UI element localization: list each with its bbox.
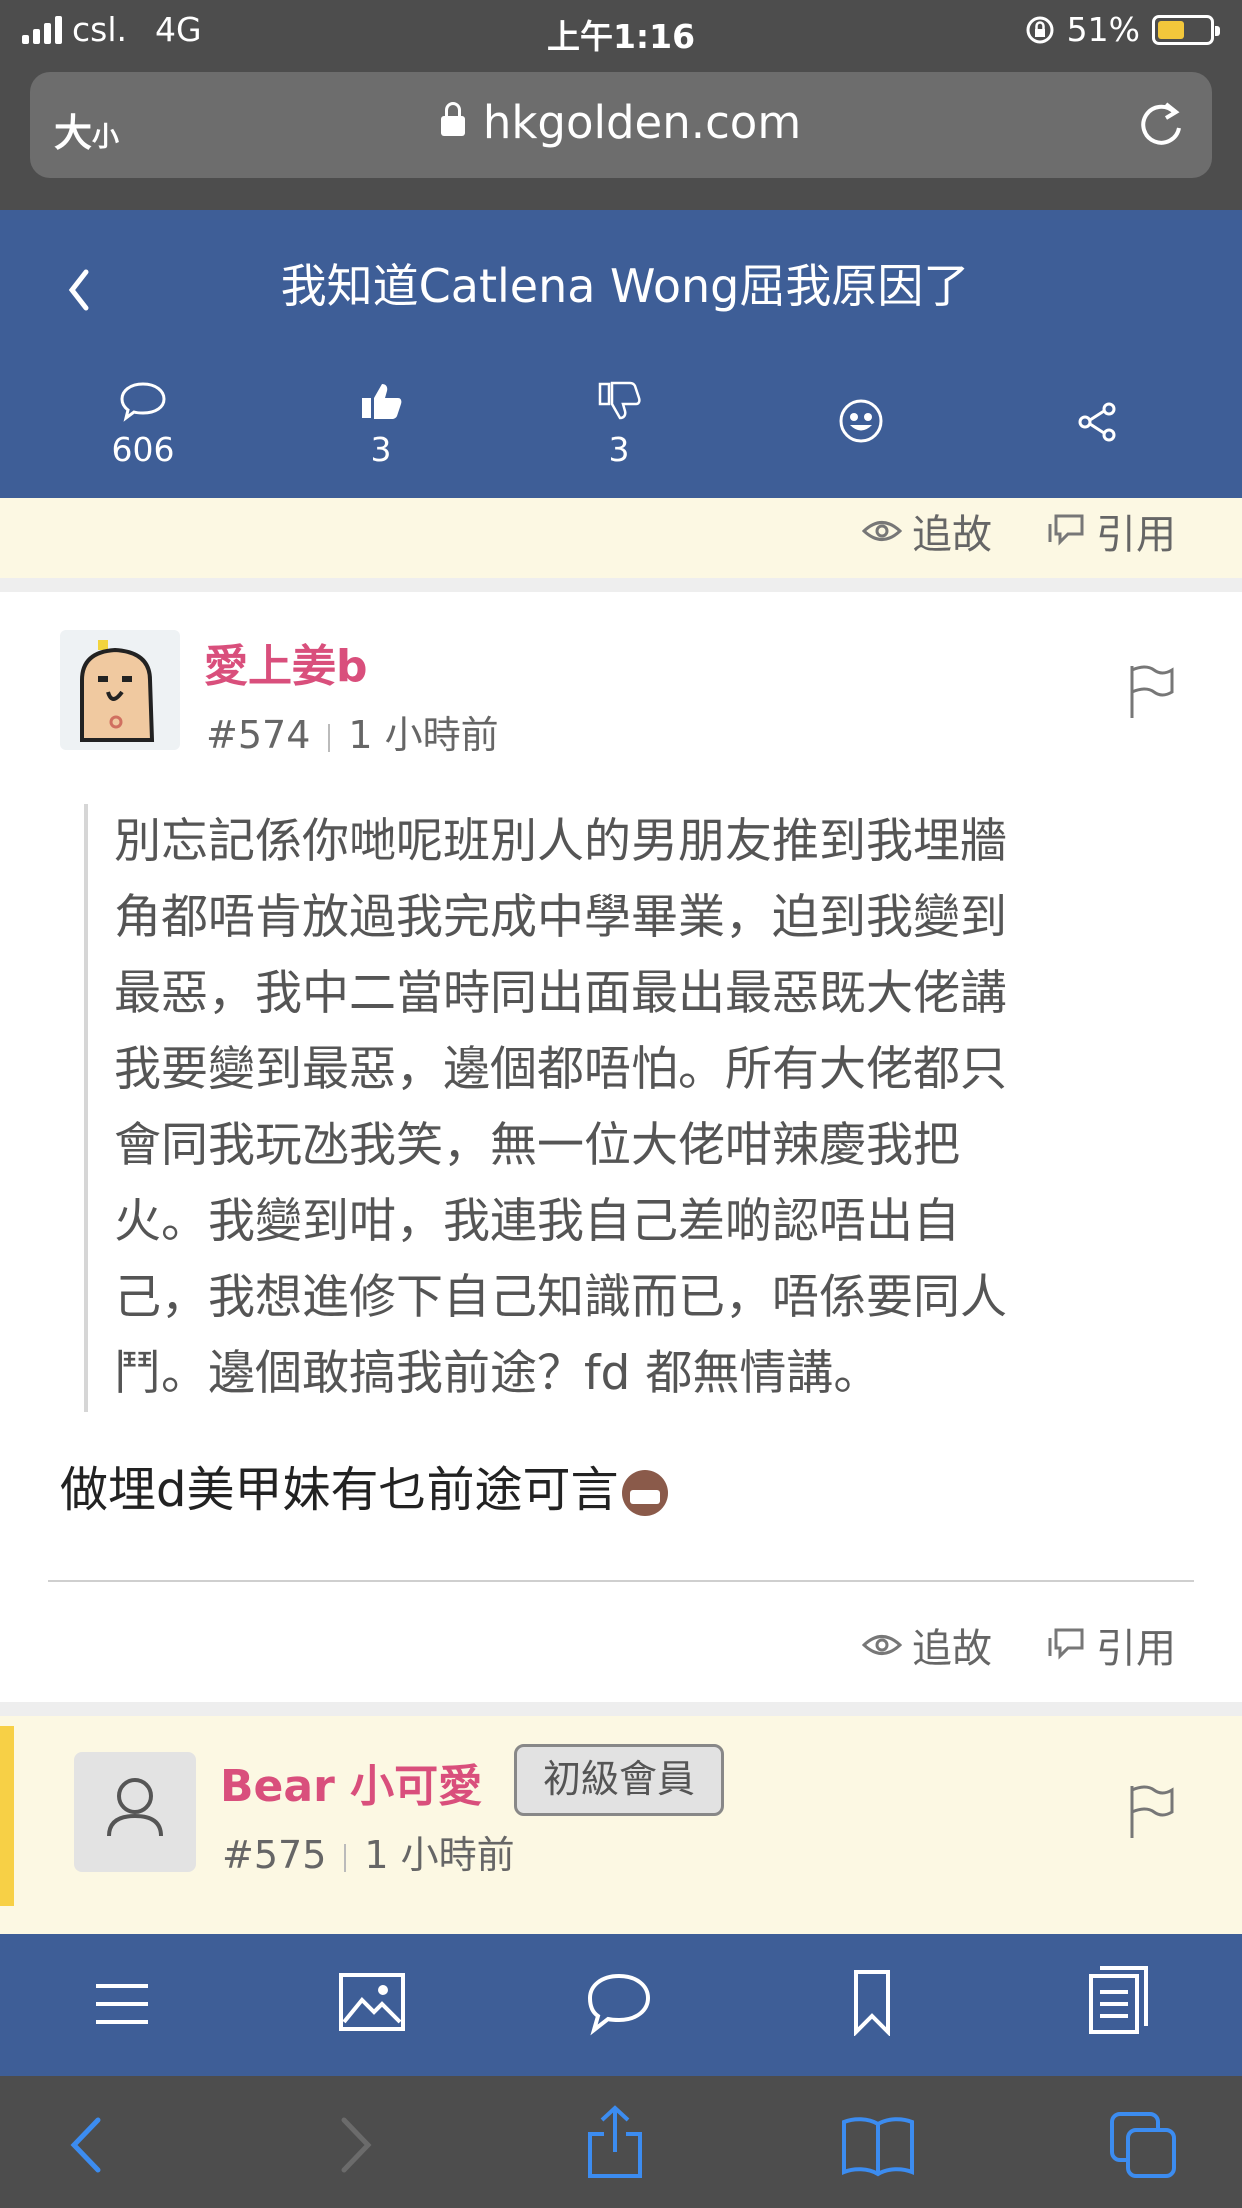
emoji-icon: [839, 399, 883, 443]
post-separator: [0, 1702, 1242, 1716]
eye-icon: [862, 1635, 902, 1655]
quote-button[interactable]: 引用: [1046, 1616, 1176, 1674]
thumbs-up-icon: [362, 384, 402, 419]
dislike-button[interactable]: 3: [544, 380, 694, 469]
post-username[interactable]: 愛上姜b: [204, 630, 368, 694]
back-icon[interactable]: [66, 2114, 106, 2176]
highlight-bar: [0, 1726, 14, 1906]
quote-button[interactable]: 引用: [1046, 502, 1176, 560]
comment-icon: [120, 382, 166, 422]
address-bar[interactable]: 大小 hkgolden.com: [30, 72, 1212, 178]
menu-icon[interactable]: [94, 1980, 150, 2028]
post-number: #574: [206, 713, 311, 757]
reply-text: 做埋d美甲妹有乜前途可言: [60, 1450, 669, 1520]
eye-icon: [862, 521, 902, 541]
post-time: 1 小時前: [364, 1833, 515, 1877]
post-card: Bear 小可愛 初級會員 #575 1 小時前: [0, 1716, 1242, 1934]
post-meta: #574 1 小時前: [206, 704, 499, 759]
bookmark-icon[interactable]: [852, 1968, 892, 2036]
forum-toolbar: [0, 1934, 1242, 2076]
back-arrow-icon[interactable]: [64, 260, 94, 320]
thumbs-down-icon: [598, 381, 641, 420]
avatar[interactable]: [60, 630, 180, 750]
post-username[interactable]: Bear 小可愛: [220, 1750, 482, 1814]
tabs-icon[interactable]: [1108, 2110, 1178, 2180]
forward-icon[interactable]: [336, 2114, 376, 2176]
report-flag-icon[interactable]: [1126, 662, 1176, 722]
share-icon: [1078, 402, 1116, 442]
report-flag-icon[interactable]: [1126, 1782, 1176, 1842]
url-field[interactable]: hkgolden.com: [30, 96, 1212, 149]
reply-count[interactable]: 606: [68, 380, 218, 469]
battery-percent: 51%: [1066, 10, 1140, 49]
member-level-badge: 初級會員: [514, 1744, 725, 1816]
image-icon[interactable]: [338, 1972, 406, 2032]
previous-post-footer: 追故 引用: [0, 498, 1242, 578]
quote-icon: [1048, 1628, 1084, 1660]
avatar[interactable]: [74, 1752, 196, 1872]
reload-icon[interactable]: [1136, 96, 1186, 152]
battery-fill: [1158, 20, 1184, 39]
quoted-text: 別忘記係你哋呢班別人的男朋友推到我埋牆 角都唔肯放過我完成中學畢業，迫到我變到 …: [84, 804, 1184, 1412]
post-divider: [48, 1580, 1194, 1582]
status-right: 51%: [1025, 10, 1220, 49]
share-icon[interactable]: [584, 2104, 646, 2180]
battery-icon: [1152, 14, 1220, 45]
thread-title: 我知道Catlena Wong屈我原因了: [280, 259, 970, 313]
user-icon: [107, 1778, 163, 1837]
like-button[interactable]: 3: [306, 380, 456, 469]
post-number: #575: [222, 1833, 327, 1877]
share-thread-button[interactable]: [1022, 400, 1172, 448]
post-meta: #575 1 小時前: [222, 1824, 515, 1879]
thread-header: 我知道Catlena Wong屈我原因了 606 3 3: [0, 210, 1242, 498]
trace-button[interactable]: 追故: [862, 1616, 992, 1674]
safari-toolbar: [0, 2076, 1242, 2208]
grimace-emoji-icon: [622, 1470, 669, 1516]
trace-button[interactable]: 追故: [862, 502, 992, 560]
chat-icon[interactable]: [584, 1970, 654, 2036]
status-bar: csl. 4G 上午1:16 51%: [0, 0, 1242, 62]
reaction-button[interactable]: [786, 398, 936, 448]
quote-icon: [1048, 514, 1084, 546]
post-time: 1 小時前: [348, 713, 499, 757]
post-card: 愛上姜b #574 1 小時前 別忘記係你哋呢班別人的男朋友推到我埋牆 角都唔肯放…: [0, 592, 1242, 1702]
post-separator: [0, 578, 1242, 592]
bookmarks-icon[interactable]: [840, 2114, 916, 2178]
lock-icon: [440, 102, 465, 136]
orientation-lock-icon: [1026, 16, 1054, 43]
pages-icon[interactable]: [1088, 1964, 1150, 2036]
browser-chrome: csl. 4G 上午1:16 51% 大小 hkgolden.com: [0, 0, 1242, 210]
pig-avatar-icon: [80, 640, 155, 742]
